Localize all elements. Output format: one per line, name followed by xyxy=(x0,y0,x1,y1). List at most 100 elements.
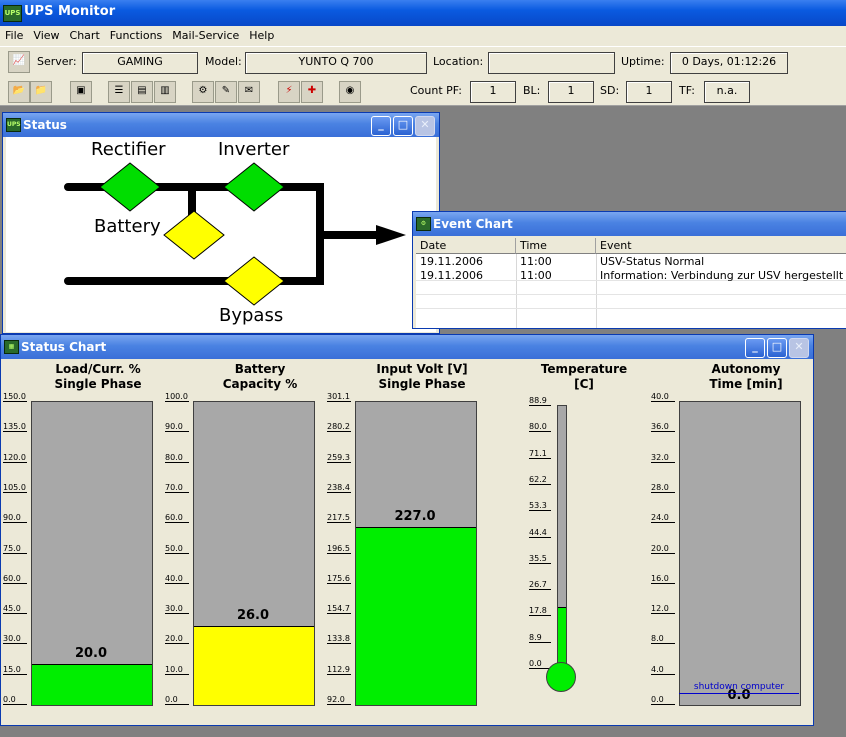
event-date: 19.11.2006 xyxy=(420,255,483,268)
menu-mail-service[interactable]: Mail-Service xyxy=(167,26,244,42)
gauge-title: Input Volt [V] Single Phase xyxy=(347,362,497,392)
gauge-title-line: Temperature xyxy=(540,362,628,376)
status-diagram: Rectifier Inverter Battery Bypass xyxy=(6,137,436,332)
menu-chart[interactable]: Chart xyxy=(65,26,105,42)
axis-tick-label: 40.0 xyxy=(165,574,189,584)
event-window-title: Event Chart xyxy=(433,217,513,231)
axis-tick-label: 35.5 xyxy=(529,554,551,564)
gauge-bar xyxy=(355,401,477,706)
event-chart-window: ⚙ Event Chart Date Time Event 19.11.2006… xyxy=(412,211,846,329)
maximize-button[interactable]: □ xyxy=(393,116,413,136)
status-chart-window: ▦ Status Chart _ □ ✕ Load/Curr. % Single … xyxy=(0,334,814,726)
axis-tick-label: 0.0 xyxy=(165,695,189,705)
axis-tick-label: 196.5 xyxy=(327,543,351,554)
count-sd-label: SD: xyxy=(600,84,620,97)
ups-window-icon: UPS xyxy=(6,118,21,132)
gauge-bar xyxy=(193,401,315,706)
gauge-title: Autonomy Time [min] xyxy=(671,362,821,392)
bypass-diamond xyxy=(223,256,285,306)
power-flow-diagram xyxy=(64,162,406,306)
axis-tick-label: 10.0 xyxy=(165,665,189,675)
open-folder-icon[interactable]: 📂 xyxy=(8,81,30,103)
count-tf-label: TF: xyxy=(679,84,695,97)
uptime-field: 0 Days, 01:12:26 xyxy=(670,52,788,74)
axis-tick-label: 238.4 xyxy=(327,482,351,493)
gauge-value: 26.0 xyxy=(236,607,270,623)
gauge-fill xyxy=(558,606,566,669)
axis-tick-label: 280.2 xyxy=(327,422,351,433)
count-pf-label: Count PF: xyxy=(410,84,462,97)
mail-icon[interactable]: ✉ xyxy=(238,81,260,103)
shutdown-icon[interactable]: ⚡ xyxy=(278,81,300,103)
chart-window-titlebar[interactable]: ▦ Status Chart _ □ ✕ xyxy=(1,335,813,359)
server-field: GAMING xyxy=(82,52,198,74)
menu-file[interactable]: File xyxy=(0,26,28,42)
axis-tick-label: 44.4 xyxy=(529,528,551,538)
axis-tick-label: 88.9 xyxy=(529,396,551,406)
minimize-button[interactable]: _ xyxy=(371,116,391,136)
ups-app-icon: UPS xyxy=(3,5,22,22)
output-arrow-icon xyxy=(376,225,406,245)
axis-tick-label: 175.6 xyxy=(327,573,351,584)
axis-tick-label: 45.0 xyxy=(3,604,27,615)
gauge-fill xyxy=(194,625,314,705)
close-button[interactable]: ✕ xyxy=(789,338,809,358)
shutdown-threshold-line xyxy=(679,692,799,694)
test-icon[interactable]: ✚ xyxy=(301,81,323,103)
axis-tick-label: 70.0 xyxy=(165,483,189,493)
menu-view[interactable]: View xyxy=(28,26,64,42)
inverter-label: Inverter xyxy=(218,139,290,160)
report-icon[interactable]: ▤ xyxy=(131,81,153,103)
gauge-title: Load/Curr. % Single Phase xyxy=(23,362,173,392)
tools-icon[interactable]: ✎ xyxy=(215,81,237,103)
gauge-fill xyxy=(356,527,476,705)
axis-tick-label: 8.9 xyxy=(529,633,551,643)
menu-help[interactable]: Help xyxy=(244,26,279,42)
maximize-button[interactable]: □ xyxy=(767,338,787,358)
app-title-bar: UPS UPS Monitor xyxy=(0,0,846,26)
table-row[interactable]: 19.11.2006 11:00 Information: Verbindung… xyxy=(416,269,846,282)
event-time: 11:00 xyxy=(520,269,552,282)
rectifier-label: Rectifier xyxy=(91,139,166,160)
event-list-header: Date Time Event xyxy=(416,238,846,254)
axis-tick-label: 100.0 xyxy=(165,392,189,402)
axis-tick-label: 112.9 xyxy=(327,664,351,675)
document-icon[interactable]: ☰ xyxy=(108,81,130,103)
event-text: Information: Verbindung zur USV hergeste… xyxy=(600,269,844,282)
print-preview-icon[interactable]: ▥ xyxy=(154,81,176,103)
settings-icon[interactable]: ⚙ xyxy=(192,81,214,103)
inverter-diamond xyxy=(223,162,285,212)
open-file-icon[interactable]: 📁 xyxy=(30,81,52,103)
thermometer-bulb xyxy=(546,662,576,692)
server-label: Server: xyxy=(37,55,77,68)
count-tf-field: n.a. xyxy=(704,81,750,103)
gauge-title-line: Autonomy xyxy=(711,362,781,376)
axis-tick-label: 60.0 xyxy=(3,574,27,584)
menu-functions[interactable]: Functions xyxy=(105,26,168,42)
event-window-titlebar[interactable]: ⚙ Event Chart xyxy=(413,212,846,236)
count-bl-field: 1 xyxy=(548,81,594,103)
close-button[interactable]: ✕ xyxy=(415,116,435,136)
axis-tick-label: 0.0 xyxy=(3,695,27,705)
axis-tick-label: 20.0 xyxy=(651,544,675,554)
chart-icon[interactable]: 📈 xyxy=(8,51,30,73)
axis-tick-label: 40.0 xyxy=(651,392,675,402)
axis-tick-label: 92.0 xyxy=(327,695,351,705)
col-date[interactable]: Date xyxy=(416,238,516,254)
picture-icon[interactable]: ▣ xyxy=(70,81,92,103)
status-window-titlebar[interactable]: UPS Status _ □ ✕ xyxy=(3,113,439,137)
axis-tick-label: 20.0 xyxy=(165,634,189,645)
gauge-title-line: Single Phase xyxy=(378,377,466,391)
gauge-title-line: Capacity % xyxy=(222,377,298,391)
model-field: YUNTO Q 700 xyxy=(245,52,427,74)
axis-tick-label: 80.0 xyxy=(529,422,551,433)
app-title: UPS Monitor xyxy=(24,4,116,19)
col-time[interactable]: Time xyxy=(516,238,596,254)
col-event[interactable]: Event xyxy=(596,238,846,254)
about-icon[interactable]: ◉ xyxy=(339,81,361,103)
table-row[interactable]: 19.11.2006 11:00 USV-Status Normal xyxy=(416,255,846,268)
event-list: Date Time Event 19.11.2006 11:00 USV-Sta… xyxy=(416,238,846,328)
minimize-button[interactable]: _ xyxy=(745,338,765,358)
axis-tick-label: 24.0 xyxy=(651,513,675,524)
status-window: UPS Status _ □ ✕ Rectifier Inverter Batt… xyxy=(2,112,440,334)
